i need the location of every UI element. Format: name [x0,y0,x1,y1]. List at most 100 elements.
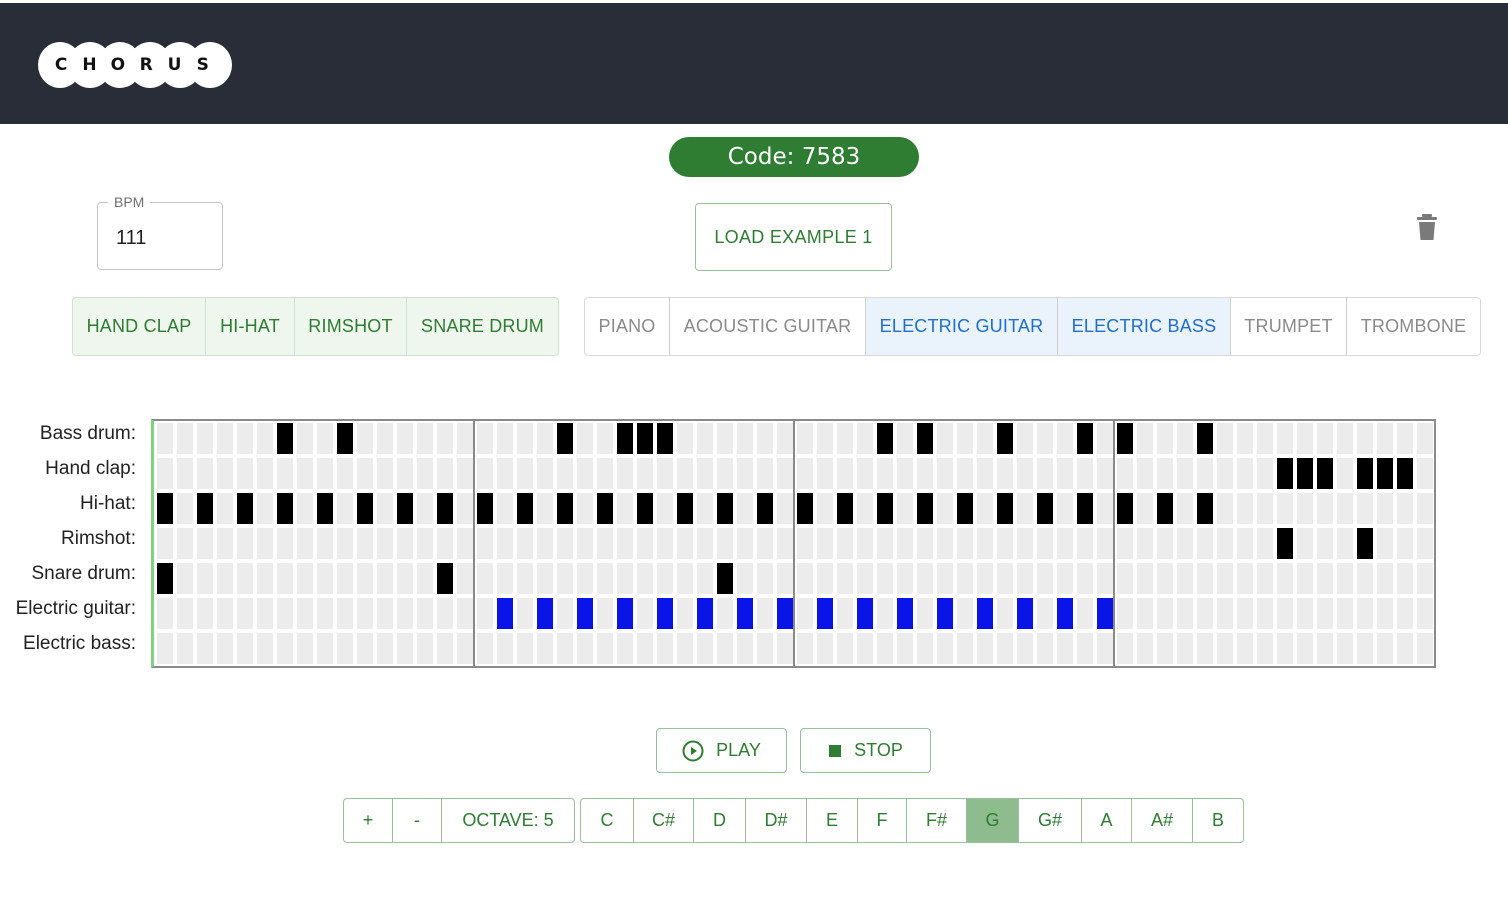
octave-up-button[interactable]: + [344,799,393,842]
step-cell-on[interactable] [977,598,993,629]
step-cell[interactable] [1197,563,1213,594]
step-cell[interactable] [217,598,233,629]
step-cell[interactable] [977,493,993,524]
step-cell[interactable] [257,528,273,559]
step-cell[interactable] [997,633,1013,664]
step-cell[interactable] [617,633,633,664]
step-cell[interactable] [1277,493,1293,524]
step-cell[interactable] [437,633,453,664]
step-cell[interactable] [757,598,773,629]
step-cell-on[interactable] [1197,493,1213,524]
step-cell[interactable] [317,528,333,559]
step-cell-on[interactable] [277,493,293,524]
step-cell[interactable] [937,423,953,454]
step-cell[interactable] [1157,458,1173,489]
step-cell[interactable] [657,528,673,559]
step-cell[interactable] [1017,493,1033,524]
step-cell[interactable] [217,423,233,454]
step-cell[interactable] [377,598,393,629]
step-cell[interactable] [357,528,373,559]
step-cell[interactable] [437,423,453,454]
step-cell[interactable] [237,423,253,454]
step-cell[interactable] [277,458,293,489]
step-cell[interactable] [1197,458,1213,489]
step-cell[interactable] [737,458,753,489]
note-key-a-sharp[interactable]: A# [1132,799,1193,842]
step-cell-on[interactable] [757,493,773,524]
step-cell[interactable] [177,493,193,524]
step-cell-on[interactable] [917,493,933,524]
step-cell[interactable] [1117,458,1133,489]
step-cell[interactable] [1097,423,1113,454]
step-cell[interactable] [577,563,593,594]
step-cell[interactable] [1017,563,1033,594]
step-cell[interactable] [877,563,893,594]
step-cell[interactable] [157,598,173,629]
step-cell[interactable] [1317,528,1333,559]
step-cell[interactable] [477,598,493,629]
step-cell[interactable] [837,458,853,489]
step-cell[interactable] [797,633,813,664]
step-cell[interactable] [377,423,393,454]
step-cell[interactable] [977,423,993,454]
step-cell[interactable] [457,423,473,454]
step-cell[interactable] [877,528,893,559]
step-cell[interactable] [817,633,833,664]
step-cell[interactable] [157,458,173,489]
step-cell[interactable] [937,563,953,594]
step-cell[interactable] [217,633,233,664]
step-cell[interactable] [497,563,513,594]
step-cell[interactable] [317,598,333,629]
step-cell[interactable] [397,423,413,454]
step-cell[interactable] [1077,458,1093,489]
step-cell[interactable] [277,563,293,594]
step-cell[interactable] [737,423,753,454]
step-cell[interactable] [497,423,513,454]
step-cell[interactable] [597,633,613,664]
step-cell[interactable] [1057,423,1073,454]
step-cell[interactable] [1397,633,1413,664]
step-cell-on[interactable] [1297,458,1313,489]
step-cell[interactable] [597,458,613,489]
step-cell-on[interactable] [1277,528,1293,559]
step-cell[interactable] [1337,563,1353,594]
step-cell[interactable] [597,563,613,594]
step-cell[interactable] [1417,633,1433,664]
step-cell[interactable] [657,493,673,524]
step-cell[interactable] [1297,528,1313,559]
step-cell[interactable] [1377,423,1393,454]
step-cell[interactable] [1177,563,1193,594]
step-cell[interactable] [537,458,553,489]
step-cell[interactable] [177,528,193,559]
step-cell[interactable] [1377,493,1393,524]
step-cell[interactable] [217,493,233,524]
step-cell[interactable] [517,633,533,664]
step-cell[interactable] [637,528,653,559]
step-cell[interactable] [677,528,693,559]
step-cell-on[interactable] [997,493,1013,524]
step-cell[interactable] [477,458,493,489]
step-cell[interactable] [557,563,573,594]
step-cell-on[interactable] [357,493,373,524]
step-cell[interactable] [697,633,713,664]
step-cell[interactable] [497,493,513,524]
step-cell[interactable] [797,598,813,629]
step-cell-on[interactable] [1077,493,1093,524]
step-cell[interactable] [1177,458,1193,489]
step-cell[interactable] [1257,458,1273,489]
note-key-a[interactable]: A [1082,799,1132,842]
step-cell[interactable] [1257,563,1273,594]
step-cell[interactable] [937,528,953,559]
step-cell[interactable] [777,458,793,489]
step-cell[interactable] [917,458,933,489]
step-cell[interactable] [497,458,513,489]
step-cell-on[interactable] [877,493,893,524]
step-cell[interactable] [877,633,893,664]
step-cell[interactable] [557,458,573,489]
step-cell[interactable] [1017,458,1033,489]
step-cell[interactable] [417,563,433,594]
step-cell[interactable] [957,458,973,489]
step-cell[interactable] [897,563,913,594]
step-cell[interactable] [817,493,833,524]
step-cell[interactable] [1117,563,1133,594]
